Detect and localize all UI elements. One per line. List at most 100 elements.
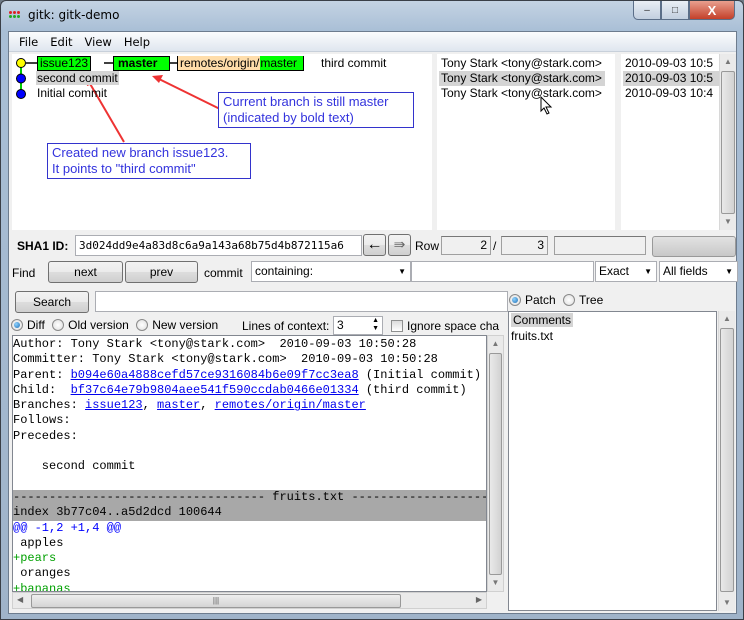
view-mode-group: Patch Tree (509, 293, 603, 307)
spinner-arrows-icon[interactable]: ▲ ▼ (372, 317, 379, 333)
file-list-pane[interactable]: Comments fruits.txt (508, 311, 717, 611)
date-row[interactable]: 2010-09-03 10:5 (625, 56, 713, 71)
author-pane[interactable]: Tony Stark <tony@stark.com> Tony Stark <… (437, 54, 615, 230)
annotation-arrow (158, 78, 225, 112)
close-icon: X (707, 2, 717, 18)
context-value: 3 (337, 318, 344, 332)
menu-file[interactable]: File (13, 35, 44, 49)
maximize-button[interactable]: □ (661, 1, 689, 20)
patch-radio[interactable]: Patch (509, 293, 556, 307)
status-field (554, 236, 646, 255)
search-input[interactable] (95, 291, 508, 312)
added-line: +bananas (13, 581, 71, 592)
author-row[interactable]: Tony Stark <tony@stark.com> (439, 71, 605, 86)
find-prev-button[interactable]: prev (125, 261, 198, 283)
branch-link[interactable]: issue123 (85, 398, 143, 412)
radio-icon (563, 294, 576, 306)
date-row[interactable]: 2010-09-03 10:4 (625, 86, 713, 101)
ignore-space-label: Ignore space cha (407, 319, 500, 333)
annotation-line: It points to "third commit" (52, 161, 196, 176)
author-row[interactable]: Tony Stark <tony@stark.com> (441, 56, 602, 71)
scroll-down-icon[interactable]: ▼ (488, 575, 503, 591)
gitk-window: gitk: gitk-demo – □ X File Edit View Hel… (0, 0, 744, 620)
find-fields-dropdown[interactable]: All fields ▼ (659, 261, 738, 282)
branch-tag-remote-master[interactable]: remotes/origin/master (177, 56, 305, 71)
annotation-line: (indicated by bold text) (223, 110, 354, 125)
context-spinbox[interactable]: 3 ▲ ▼ (333, 316, 383, 335)
child-sha-link[interactable]: bf37c64e79b9804aee541f590ccdab0466e01334 (71, 383, 359, 397)
parent-sha-link[interactable]: b094e60a4888cefd57ce9316084b6e09f7cc3ea8 (71, 368, 359, 382)
chevron-down-icon: ▼ (725, 267, 733, 276)
scroll-up-icon[interactable]: ▲ (719, 311, 735, 327)
find-match-value: Exact (599, 264, 630, 278)
menu-view[interactable]: View (79, 35, 118, 49)
scroll-thumb[interactable]: ||| (31, 594, 401, 608)
file-list-item[interactable]: Comments (509, 312, 716, 328)
commit-message: second commit (36, 71, 119, 85)
tree-radio[interactable]: Tree (563, 293, 603, 307)
window-title: gitk: gitk-demo (28, 8, 120, 22)
sha1-field[interactable]: 3d024dd9e4a83d8c6a9a143a68b75d4b872115a6 (75, 235, 362, 256)
menu-edit[interactable]: Edit (44, 35, 78, 49)
branch-tag-master[interactable]: master (113, 56, 171, 71)
child-note: (third commit) (358, 382, 467, 397)
minimize-button[interactable]: – (633, 1, 661, 20)
find-next-button[interactable]: next (48, 261, 123, 283)
scroll-thumb[interactable] (721, 71, 735, 214)
scroll-down-icon[interactable]: ▼ (719, 595, 735, 611)
radio-selected-icon (11, 319, 23, 331)
graph-vertical-scrollbar[interactable]: ▲ ▼ (719, 54, 736, 230)
scroll-up-icon[interactable]: ▲ (488, 336, 503, 352)
forward-button[interactable]: ⇛ (388, 234, 411, 256)
scroll-up-icon[interactable]: ▲ (720, 54, 736, 70)
row-current-field: 2 (441, 236, 491, 255)
find-query-input[interactable] (411, 261, 594, 282)
arrow-head (152, 75, 163, 83)
file-header-line: ----------------------------------- frui… (13, 489, 486, 506)
diff-horizontal-scrollbar[interactable]: ◀ ||| ▶ (12, 592, 487, 609)
new-version-radio[interactable]: New version (136, 318, 218, 332)
scroll-thumb[interactable] (720, 328, 734, 592)
close-button[interactable]: X (689, 1, 735, 20)
branch-link[interactable]: master (157, 398, 200, 412)
commit-row[interactable]: second commit (36, 71, 119, 86)
file-name: fruits.txt (511, 329, 554, 343)
commit-graph-pane[interactable]: issue123 master remotes/origin/master th… (12, 54, 432, 230)
commit-row[interactable]: Initial commit (37, 86, 107, 101)
diff-radio[interactable]: Diff (11, 318, 45, 332)
scroll-right-icon[interactable]: ▶ (476, 595, 482, 604)
scroll-left-icon[interactable]: ◀ (17, 595, 23, 604)
commit-message: Initial commit (37, 86, 108, 100)
commit-row[interactable]: issue123 master remotes/origin/master th… (12, 56, 432, 71)
commit-message: third commit (321, 56, 387, 70)
search-button[interactable]: Search (15, 291, 89, 313)
radio-icon (52, 319, 65, 331)
author-row[interactable]: Tony Stark <tony@stark.com> (441, 86, 602, 101)
file-list-item[interactable]: fruits.txt (509, 328, 716, 344)
parent-label: Parent: (13, 367, 71, 382)
commit-node[interactable] (16, 73, 26, 84)
back-button[interactable]: ← (363, 234, 386, 256)
menu-help[interactable]: Help (118, 35, 156, 49)
diff-vertical-scrollbar[interactable]: ▲ ▼ (487, 335, 504, 592)
file-list-scrollbar[interactable]: ▲ ▼ (718, 311, 735, 611)
date-pane[interactable]: 2010-09-03 10:5 2010-09-03 10:5 2010-09-… (621, 54, 719, 230)
scroll-down-icon[interactable]: ▼ (720, 214, 736, 230)
date-row[interactable]: 2010-09-03 10:5 (623, 71, 719, 86)
commit-node[interactable] (16, 89, 26, 99)
ignore-space-checkbox[interactable]: Ignore space cha (391, 319, 499, 333)
gitk-app-icon (9, 11, 21, 19)
find-type-dropdown[interactable]: containing: ▼ (251, 261, 411, 282)
find-match-dropdown[interactable]: Exact ▼ (595, 261, 657, 282)
radio-selected-icon (509, 294, 521, 306)
committer-line: Committer: Tony Stark <tony@stark.com> 2… (13, 352, 438, 367)
progress-bar (652, 236, 736, 257)
branch-link[interactable]: remotes/origin/master (215, 398, 366, 412)
radio-icon (136, 319, 149, 331)
diff-pane[interactable]: Author: Tony Stark <tony@stark.com> 2010… (12, 335, 487, 592)
branch-tag-issue123[interactable]: issue123 (37, 56, 92, 71)
scroll-thumb[interactable] (489, 353, 502, 575)
old-version-radio[interactable]: Old version (52, 318, 129, 332)
